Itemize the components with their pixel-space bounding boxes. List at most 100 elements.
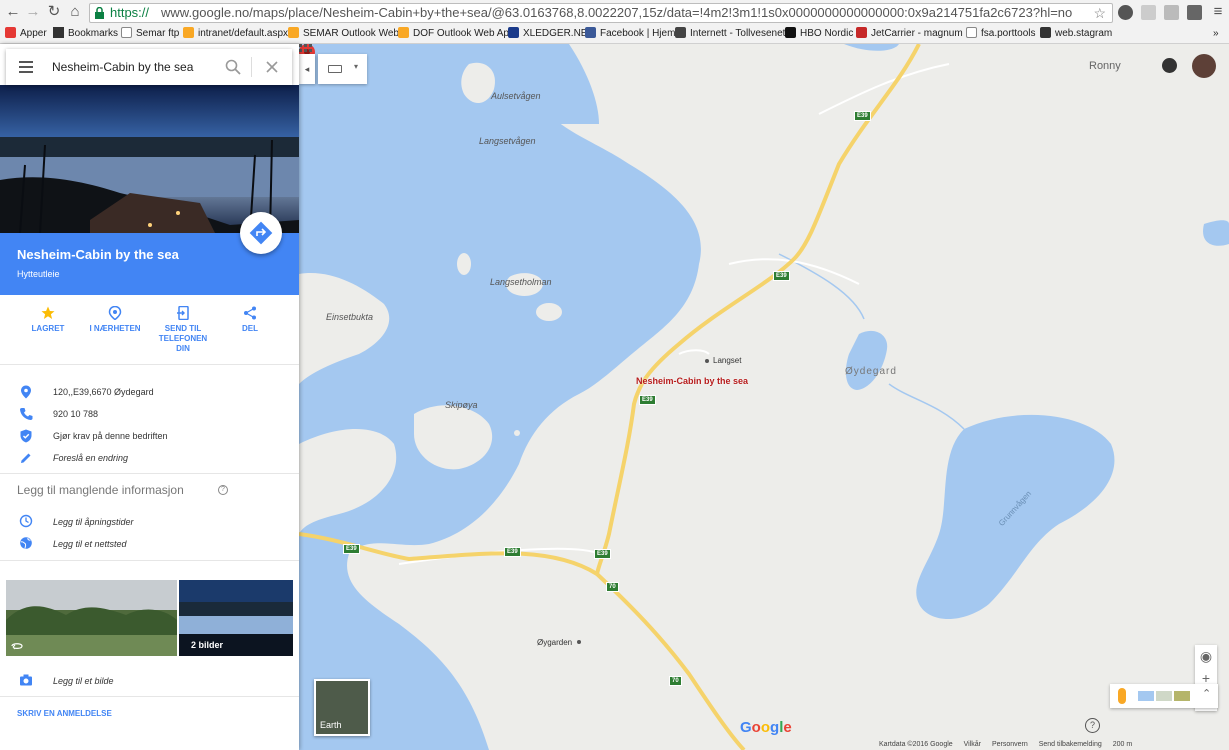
photo-image [6, 580, 177, 656]
outlook-icon [398, 27, 409, 38]
map-label-einsetbukta: Einsetbukta [326, 312, 374, 322]
write-review-button[interactable]: SKRIV EN ANMELDELSE [17, 709, 112, 718]
input-tools-button[interactable]: ▾ [318, 54, 367, 84]
photo-streetview[interactable] [6, 580, 177, 656]
layer-thumbnail[interactable] [1156, 691, 1172, 701]
bookmark-item[interactable]: intranet/default.aspx [183, 27, 288, 41]
claim-business-link[interactable]: Gjør krav på denne bedriften [53, 431, 168, 441]
close-icon[interactable] [265, 60, 279, 74]
edit-pencil-icon [21, 453, 31, 463]
url-scheme: https:// [110, 5, 150, 20]
bookmark-item[interactable]: HBO Nordic [785, 27, 853, 41]
lock-icon [95, 7, 104, 19]
help-icon[interactable]: ? [1085, 718, 1100, 733]
directions-label[interactable]: Veibeskrivelse [229, 454, 291, 464]
layer-thumbnail[interactable] [1174, 691, 1190, 701]
divider [0, 364, 299, 365]
photo-gallery[interactable]: 2 bilder [179, 580, 293, 656]
jetcarrier-icon [856, 27, 867, 38]
search-icon[interactable] [225, 59, 241, 75]
forward-icon[interactable]: → [24, 3, 42, 21]
directions-button[interactable] [240, 212, 282, 254]
help-icon[interactable]: ? [218, 485, 228, 495]
clock-icon [19, 514, 33, 528]
bookmark-item[interactable]: JetCarrier - magnum [856, 27, 963, 41]
map-label-oygarden: Øygarden [537, 638, 573, 647]
facebook-icon [585, 27, 596, 38]
nearby-pin-icon [108, 306, 122, 320]
add-photo-link[interactable]: Legg til et bilde [53, 676, 114, 686]
avatar[interactable] [1192, 54, 1216, 78]
star-icon [53, 27, 64, 38]
360-icon [11, 643, 23, 650]
bookmark-item[interactable]: Facebook | Hjem [585, 27, 675, 41]
chrome-menu-icon[interactable]: ≡ [1209, 3, 1227, 21]
bookmark-item[interactable]: DOF Outlook Web Ap [398, 27, 509, 41]
bookmark-item[interactable]: Semar ftp [121, 27, 179, 41]
add-website-link[interactable]: Legg til et nettsted [53, 539, 127, 549]
search-input[interactable]: Nesheim-Cabin by the sea [52, 60, 193, 74]
notifications-icon[interactable] [1162, 58, 1177, 73]
langset-dot [705, 359, 709, 363]
pin-label[interactable]: Nesheim-Cabin by the sea [636, 376, 748, 386]
share-button[interactable]: DEL [215, 306, 285, 334]
extension-icon[interactable] [1164, 5, 1179, 20]
place-category[interactable]: Hytteutleie [17, 269, 60, 279]
expand-icon[interactable]: ⌃ [1202, 687, 1211, 700]
footer-privacy-link[interactable]: Personvern [992, 741, 1028, 748]
footer-terms-link[interactable]: Vilkår [964, 741, 981, 748]
save-button[interactable]: LAGRET [13, 306, 83, 334]
address-pin-icon [21, 385, 31, 399]
missing-info-title: Legg til manglende informasjon [17, 483, 184, 497]
search-divider [251, 57, 252, 77]
nearby-button[interactable]: I NÆRHETEN [80, 306, 150, 334]
search-box[interactable]: Nesheim-Cabin by the sea [6, 49, 292, 85]
home-icon[interactable]: ⌂ [66, 3, 84, 21]
oygarden-dot [577, 640, 581, 644]
place-hero-photo[interactable] [0, 85, 299, 233]
my-location-icon[interactable]: ◉ [1195, 645, 1217, 667]
footer-copyright: Kartdata ©2016 Google [879, 741, 953, 748]
url-text: www.google.no/maps/place/Nesheim-Cabin+b… [161, 5, 1073, 20]
map-footer: Kartdata ©2016 Google Vilkår Personvern … [879, 741, 1141, 748]
earth-view-toggle[interactable]: Earth [314, 679, 370, 736]
mail-icon[interactable] [1187, 5, 1202, 20]
site-icon [675, 27, 686, 38]
map-canvas[interactable]: Aulsetvågen Langsetvågen Langsetholman E… [299, 44, 1229, 750]
hero-image [0, 85, 299, 233]
camera-icon [20, 674, 32, 686]
bookmark-item[interactable]: web.stagram [1040, 27, 1112, 41]
islet [514, 430, 520, 436]
scale-bar[interactable]: 200 m [1113, 741, 1132, 748]
bookmarks-overflow-icon[interactable]: » [1213, 27, 1219, 41]
bookmark-star-icon[interactable]: ☆ [1093, 4, 1106, 22]
pegman-icon[interactable] [1118, 688, 1126, 704]
collapse-panel-button[interactable]: ◂ [299, 54, 315, 84]
user-name[interactable]: Ronny [1089, 60, 1121, 72]
address-bar[interactable]: https:// www.google.no/maps/place/Neshei… [89, 3, 1113, 23]
place-address[interactable]: 120,,E39,6670 Øydegard [53, 387, 154, 397]
road-shield-70: 70 [606, 582, 619, 592]
suggest-edit-link[interactable]: Foreslå en endring [53, 453, 128, 463]
bookmark-item[interactable]: XLEDGER.NET [508, 27, 594, 41]
menu-icon[interactable] [19, 61, 33, 73]
place-phone[interactable]: 920 10 788 [53, 409, 98, 419]
add-hours-link[interactable]: Legg til åpningstider [53, 517, 134, 527]
place-panel: Nesheim-Cabin by the sea Nesheim-Cabin b… [0, 44, 299, 750]
layer-thumbnail[interactable] [1138, 691, 1154, 701]
share-icon [244, 306, 256, 320]
map-label-langsetholman: Langsetholman [490, 277, 552, 287]
bookmark-item[interactable]: fsa.porttools [966, 27, 1035, 41]
bookmark-item[interactable]: SEMAR Outlook Web [288, 27, 399, 41]
bookmark-item[interactable]: Bookmarks [53, 27, 118, 41]
cart-icon[interactable] [1141, 5, 1156, 20]
bookmark-item[interactable]: Internett - Tollvesenet [675, 27, 785, 41]
footer-feedback-link[interactable]: Send tilbakemelding [1039, 741, 1102, 748]
bookmark-apps[interactable]: Apper [5, 27, 47, 41]
divider [0, 560, 299, 561]
send-to-phone-button[interactable]: SEND TIL TELEFONEN DIN [148, 306, 218, 354]
reload-icon[interactable]: ↻ [45, 3, 63, 21]
back-icon[interactable]: ← [4, 3, 22, 21]
extension-icon[interactable] [1118, 5, 1133, 20]
place-title: Nesheim-Cabin by the sea [17, 247, 179, 262]
